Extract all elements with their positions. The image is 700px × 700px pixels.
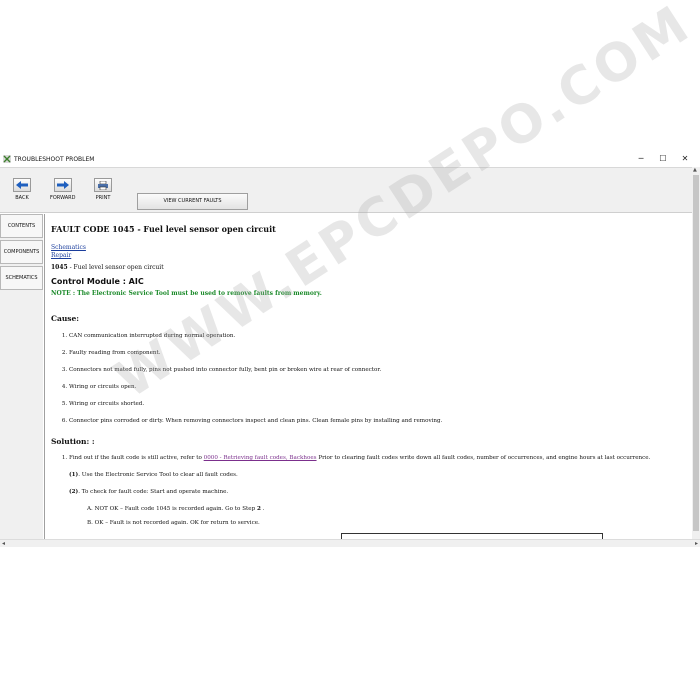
- fault-desc-code: 1045: [51, 264, 68, 271]
- back-label: BACK: [15, 195, 29, 201]
- control-module-heading: Control Module : AIC: [51, 277, 144, 286]
- vertical-scroll-thumb[interactable]: [693, 175, 699, 531]
- result-b: B. OK – Fault is not recorded again. OK …: [87, 520, 260, 526]
- forward-label: FORWARD: [50, 195, 76, 201]
- step-1-text: . Use the Electronic Service Tool to cle…: [78, 472, 238, 478]
- step-2-number: (2): [69, 489, 79, 495]
- arrow-right-icon: [53, 178, 72, 192]
- troubleshoot-window: TROUBLESHOOT PROBLEM ─ ☐ ✕ BACK FORWARD …: [0, 152, 700, 547]
- fault-title: FAULT CODE 1045 - Fuel level sensor open…: [51, 224, 692, 234]
- step-2: (2). To check for fault code: Start and …: [69, 488, 692, 496]
- print-button[interactable]: PRINT: [94, 178, 112, 201]
- list-item: Connector pins corroded or dirty. When r…: [69, 417, 692, 434]
- app-icon: [3, 155, 11, 163]
- service-tool-note: NOTE : The Electronic Service Tool must …: [51, 290, 322, 297]
- vertical-scrollbar[interactable]: ▲: [692, 167, 700, 540]
- horizontal-scrollbar[interactable]: ◂ ▸: [0, 539, 700, 547]
- retrieving-fault-codes-link[interactable]: 0000 - Retrieving fault codes, Backhoes: [204, 455, 317, 461]
- cause-heading: Cause:: [51, 314, 80, 323]
- list-item: Faulty reading from component.: [69, 349, 692, 366]
- list-item: CAN communication interrupted during nor…: [69, 332, 692, 349]
- close-button[interactable]: ✕: [674, 152, 696, 166]
- arrow-left-icon: [13, 178, 31, 192]
- solution-heading: Solution: :: [51, 437, 95, 446]
- list-item: Connectors not mated fully, pins not pus…: [69, 366, 692, 383]
- window-title: TROUBLESHOOT PROBLEM: [14, 155, 95, 163]
- side-tabs: CONTENTS COMPONENTS SCHEMATICS: [0, 214, 43, 540]
- schematics-link[interactable]: Schematics: [51, 244, 692, 252]
- solution-1-post: Prior to clearing fault codes write down…: [316, 455, 651, 461]
- title-bar: TROUBLESHOOT PROBLEM ─ ☐ ✕: [0, 152, 700, 166]
- fault-title-text: - Fuel level sensor open circuit: [134, 224, 276, 234]
- fault-title-code: FAULT CODE 1045: [51, 224, 135, 234]
- fault-desc-text: - Fuel level sensor open circuit: [67, 264, 164, 271]
- tab-components[interactable]: COMPONENTS: [0, 240, 43, 264]
- fault-description: 1045 - Fuel level sensor open circuit: [51, 264, 692, 271]
- toolbar: BACK FORWARD PRINT VIEW CURRENT FAULTS: [0, 167, 700, 213]
- solution-1-pre: Find out if the fault code is still acti…: [69, 455, 204, 461]
- step-2-text: . To check for fault code: Start and ope…: [78, 489, 229, 495]
- view-current-faults-button[interactable]: VIEW CURRENT FAULTS: [137, 193, 248, 210]
- scroll-up-icon[interactable]: ▲: [693, 167, 697, 173]
- maximize-button[interactable]: ☐: [652, 152, 674, 166]
- printer-icon: [94, 178, 112, 192]
- list-item: Find out if the fault code is still acti…: [69, 454, 692, 527]
- result-a-pre: A. NOT OK – Fault code 1045 is recorded …: [87, 506, 257, 512]
- scroll-left-icon[interactable]: ◂: [2, 540, 5, 547]
- result-a: A. NOT OK – Fault code 1045 is recorded …: [87, 505, 692, 513]
- tab-contents[interactable]: CONTENTS: [0, 214, 43, 238]
- tab-schematics[interactable]: SCHEMATICS: [0, 266, 43, 290]
- list-item: Wiring or circuits shorted.: [69, 400, 692, 417]
- minimize-button[interactable]: ─: [630, 152, 652, 166]
- repair-link[interactable]: Repair: [51, 252, 692, 260]
- forward-button[interactable]: FORWARD: [50, 178, 76, 201]
- step-1-number: (1): [69, 472, 79, 478]
- cause-list: CAN communication interrupted during nor…: [51, 332, 692, 434]
- print-label: PRINT: [95, 195, 111, 201]
- solution-list: Find out if the fault code is still acti…: [51, 454, 692, 527]
- back-button[interactable]: BACK: [13, 178, 31, 201]
- list-item: Wiring or circuits open.: [69, 383, 692, 400]
- step-1: (1). Use the Electronic Service Tool to …: [69, 471, 692, 479]
- result-a-post: .: [260, 506, 265, 512]
- document-content: FAULT CODE 1045 - Fuel level sensor open…: [44, 214, 692, 540]
- scroll-right-icon[interactable]: ▸: [695, 540, 698, 547]
